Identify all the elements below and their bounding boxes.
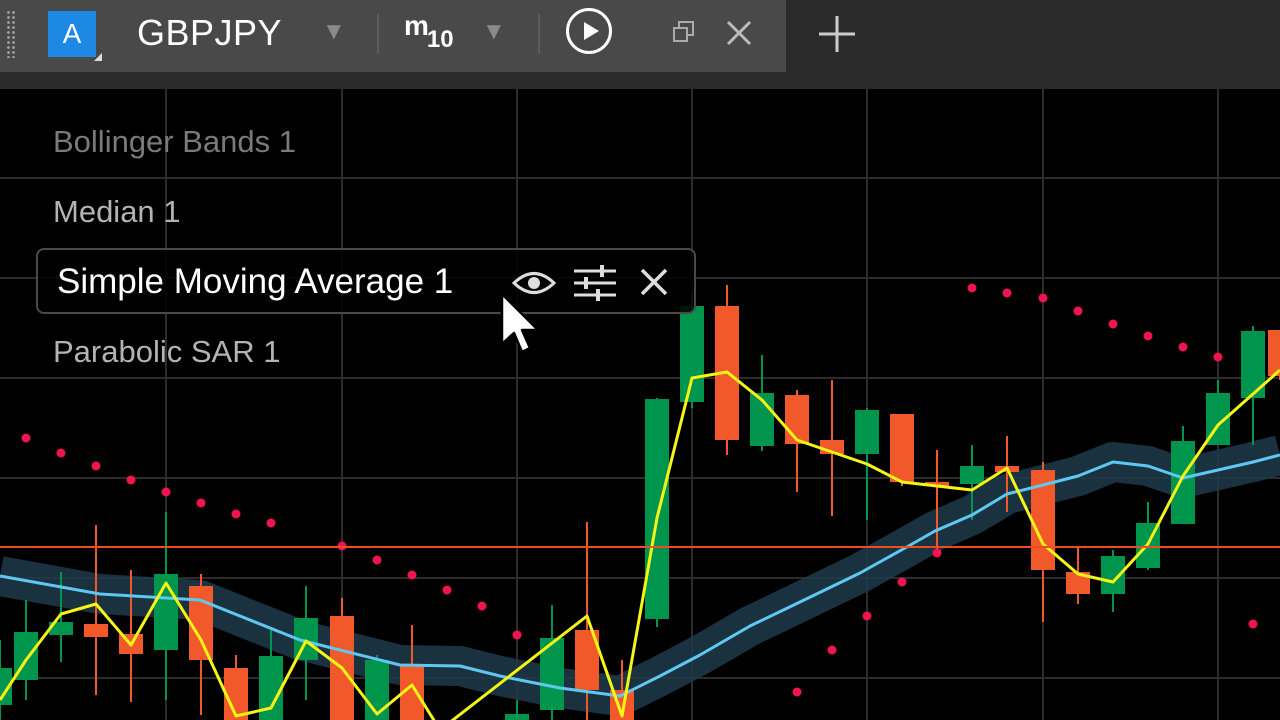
symbol-selector[interactable]: GBPJPY	[137, 12, 282, 54]
indicator-bollinger-bands[interactable]: Bollinger Bands 1	[53, 124, 296, 160]
candle-body	[1171, 441, 1195, 524]
psar-dot	[442, 585, 452, 595]
timeframe-letter: m	[404, 10, 429, 41]
indicator-median[interactable]: Median 1	[53, 194, 181, 230]
psar-dot	[967, 283, 977, 293]
candlestick	[224, 655, 248, 720]
candlestick	[715, 285, 739, 455]
restore-window-icon[interactable]	[671, 20, 697, 46]
psar-dot	[372, 555, 382, 565]
psar-dot	[407, 570, 417, 580]
candle-body	[855, 410, 879, 454]
candle-body	[84, 624, 108, 637]
timeframe-selector[interactable]: m10	[404, 10, 456, 53]
toolbar-divider	[538, 14, 540, 54]
psar-dot	[21, 433, 31, 443]
candle-body	[224, 668, 248, 720]
candlestick	[1136, 502, 1160, 570]
account-badge[interactable]: A	[48, 11, 102, 61]
psar-dot	[266, 518, 276, 528]
close-icon[interactable]	[724, 18, 754, 48]
dropdown-caret-icon[interactable]: ▼	[482, 18, 506, 46]
psar-dot	[1178, 342, 1188, 352]
psar-dot	[477, 601, 487, 611]
candle-body	[890, 414, 914, 482]
psar-dot	[1038, 293, 1048, 303]
candle-body	[960, 466, 984, 484]
candlestick	[540, 605, 564, 720]
play-icon[interactable]	[566, 8, 612, 54]
psar-dot	[56, 448, 66, 458]
candlestick	[505, 700, 529, 720]
psar-dot	[1248, 619, 1258, 629]
psar-dot	[862, 611, 872, 621]
candle-body	[365, 660, 389, 720]
psar-dot	[512, 630, 522, 640]
drag-handle-icon[interactable]	[6, 10, 16, 58]
psar-dot	[1002, 288, 1012, 298]
psar-dot	[932, 548, 942, 558]
toolbar-divider	[377, 14, 379, 54]
toolbar: A GBPJPY ▼ m10 ▼	[0, 0, 1280, 89]
psar-dot	[1108, 319, 1118, 329]
candlestick	[154, 512, 178, 700]
psar-dot	[827, 645, 837, 655]
timeframe-number: 10	[426, 26, 454, 53]
psar-dot	[91, 461, 101, 471]
candle-body	[785, 395, 809, 444]
psar-dot	[792, 687, 802, 697]
psar-dot	[161, 487, 171, 497]
candlestick	[0, 640, 12, 720]
candle-body	[189, 586, 213, 660]
plus-icon[interactable]	[817, 14, 857, 54]
psar-dot	[1073, 306, 1083, 316]
indicator-sma-selected[interactable]: Simple Moving Average 1	[36, 248, 696, 314]
psar-dot	[1143, 331, 1153, 341]
candle-body	[1268, 330, 1280, 376]
psar-dot	[1213, 352, 1223, 362]
psar-dot	[897, 577, 907, 587]
remove-icon[interactable]	[639, 267, 669, 297]
candle-body	[680, 306, 704, 402]
indicator-parabolic-sar[interactable]: Parabolic SAR 1	[53, 334, 280, 370]
candlestick	[365, 655, 389, 720]
candle-body	[505, 714, 529, 720]
candle-body	[645, 399, 669, 619]
mouse-pointer-icon	[500, 292, 540, 354]
candlestick	[400, 625, 424, 720]
candlestick	[890, 414, 914, 486]
candlestick	[330, 598, 354, 720]
indicator-sma-label: Simple Moving Average 1	[57, 262, 454, 301]
dropdown-caret-icon[interactable]: ▼	[322, 18, 346, 46]
psar-dot	[231, 509, 241, 519]
chart-tab[interactable]: A GBPJPY ▼ m10 ▼	[0, 0, 786, 72]
psar-dot	[126, 475, 136, 485]
settings-sliders-icon[interactable]	[572, 264, 618, 302]
price-chart[interactable]	[0, 89, 1280, 720]
psar-dot	[196, 498, 206, 508]
candlestick	[750, 355, 774, 451]
candlestick	[189, 574, 213, 715]
